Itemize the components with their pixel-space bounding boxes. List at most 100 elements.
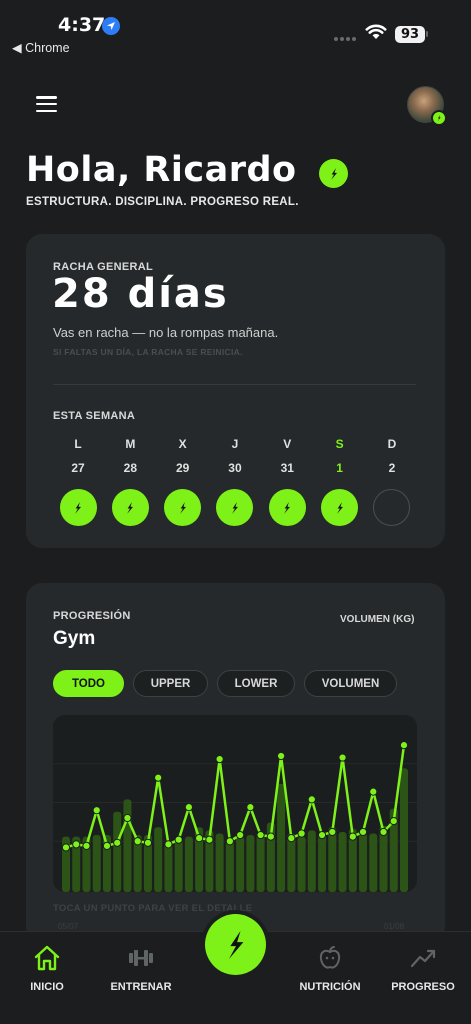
chart-point[interactable] — [266, 832, 275, 841]
chart-point[interactable] — [133, 837, 142, 846]
progress-chart[interactable] — [53, 715, 417, 892]
wifi-icon — [365, 24, 387, 45]
chart-point[interactable] — [369, 787, 378, 796]
chart-point[interactable] — [358, 827, 368, 837]
chart-point[interactable] — [287, 834, 296, 843]
day-letter: D — [387, 437, 397, 451]
chart-svg[interactable] — [53, 715, 417, 892]
chart-date-end: 01/08 — [384, 922, 405, 931]
filter-volumen[interactable]: VOLUMEN — [304, 670, 397, 697]
dumbbell-icon — [129, 950, 153, 966]
chart-point[interactable] — [338, 753, 347, 762]
chart-point[interactable] — [164, 840, 173, 849]
greeting-title: Hola, Ricardo — [26, 150, 297, 190]
chart-point[interactable] — [307, 795, 316, 804]
chart-point[interactable] — [174, 835, 183, 844]
chart-point[interactable] — [143, 838, 153, 847]
nav-label: ENTRENAR — [110, 981, 172, 993]
day-letter: M — [125, 437, 136, 451]
week-label: ESTA SEMANA — [53, 410, 136, 422]
chart-point[interactable] — [256, 830, 265, 840]
day-column: M 28 — [104, 437, 156, 526]
nav-label: PROGRESO — [391, 981, 455, 993]
menu-icon[interactable] — [36, 96, 57, 112]
nav-progreso[interactable]: PROGRESO — [388, 945, 458, 993]
day-complete-icon[interactable] — [111, 489, 149, 526]
status-time: 4:37 — [58, 14, 106, 36]
progression-subtitle: Gym — [53, 628, 96, 649]
cellular-signal-icon — [334, 37, 356, 41]
chart-point[interactable] — [82, 841, 91, 850]
chart-date-start: 05/07 — [58, 922, 79, 931]
home-icon — [34, 945, 60, 971]
nav-entrenar[interactable]: ENTRENAR — [106, 945, 176, 993]
filter-chips: TODO UPPER LOWER VOLUMEN — [53, 670, 397, 697]
filter-lower[interactable]: LOWER — [217, 670, 295, 697]
chart-point[interactable] — [184, 803, 194, 812]
chart-point[interactable] — [317, 830, 327, 840]
trend-icon — [410, 949, 436, 968]
streak-message: Vas en racha — no la rompas mañana. — [53, 325, 279, 340]
day-letter: X — [178, 437, 187, 451]
chart-point[interactable] — [348, 832, 357, 841]
chart-point[interactable] — [61, 843, 71, 852]
chart-bar — [184, 836, 193, 892]
chart-bar — [215, 833, 224, 892]
chart-bar — [236, 836, 245, 892]
verified-badge-icon — [431, 110, 447, 126]
brand-logo-icon — [319, 159, 348, 188]
chart-point[interactable] — [72, 840, 81, 849]
day-number: 31 — [280, 461, 294, 475]
chart-bar — [174, 839, 183, 892]
chart-point[interactable] — [215, 755, 224, 764]
battery-tip — [426, 31, 428, 37]
nav-nutricion[interactable]: NUTRICIÓN — [295, 945, 365, 993]
day-pending-circle[interactable] — [373, 489, 411, 526]
chart-bar — [400, 768, 408, 892]
chart-point[interactable] — [389, 817, 398, 826]
chart-bar — [123, 799, 132, 892]
chart-point[interactable] — [102, 841, 112, 850]
chart-bar — [338, 831, 347, 892]
brand-logo-icon — [228, 930, 243, 959]
day-complete-icon[interactable] — [321, 489, 359, 526]
quick-action-button[interactable] — [205, 914, 266, 975]
day-number: 30 — [228, 461, 242, 475]
chart-bar — [359, 833, 368, 892]
progression-label: PROGRESIÓN — [53, 610, 131, 622]
chart-point[interactable] — [225, 837, 234, 846]
chart-point[interactable] — [276, 751, 286, 761]
day-column: L 27 — [52, 437, 104, 526]
chart-point[interactable] — [236, 830, 245, 840]
day-letter: J — [231, 437, 239, 451]
chart-point[interactable] — [297, 829, 306, 838]
chart-point[interactable] — [195, 834, 204, 843]
chart-bar — [277, 783, 286, 892]
chart-point[interactable] — [328, 827, 337, 837]
chart-point[interactable] — [246, 803, 255, 812]
day-number: 1 — [336, 461, 343, 475]
chart-bar — [297, 836, 306, 892]
week-days: L 27 M 28 X 29 J 30 V 31 S1 D2 — [52, 437, 418, 526]
filter-todo[interactable]: TODO — [53, 670, 124, 697]
chart-point[interactable] — [113, 838, 122, 847]
day-column: V 31 — [261, 437, 313, 526]
battery-indicator: 93 — [395, 26, 425, 43]
chart-point[interactable] — [92, 806, 101, 815]
day-complete-icon[interactable] — [268, 489, 306, 526]
nav-inicio[interactable]: INICIO — [24, 945, 70, 993]
chart-point[interactable] — [399, 741, 409, 750]
day-complete-icon[interactable] — [164, 489, 202, 526]
chart-point[interactable] — [205, 835, 214, 844]
location-arrow-icon — [102, 17, 120, 35]
chart-point[interactable] — [123, 813, 132, 823]
back-to-app-link[interactable]: ◀ Chrome — [12, 40, 70, 55]
chart-point[interactable] — [154, 773, 163, 782]
chart-bar — [92, 835, 101, 892]
chart-point[interactable] — [379, 827, 388, 837]
filter-upper[interactable]: UPPER — [133, 670, 208, 697]
day-complete-icon[interactable] — [216, 489, 254, 526]
day-complete-icon[interactable] — [59, 489, 97, 526]
day-number: 28 — [123, 461, 137, 475]
chart-hint: TOCA UN PUNTO PARA VER EL DETALLE — [53, 903, 253, 914]
